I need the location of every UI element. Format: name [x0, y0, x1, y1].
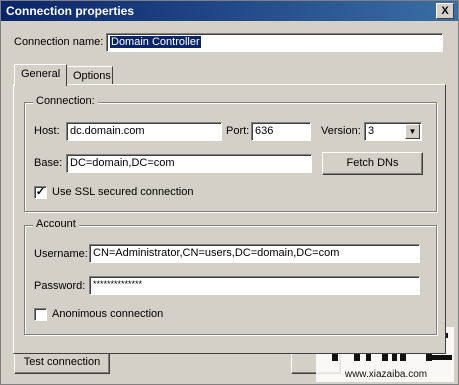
title-bar[interactable]: Connection properties X — [1, 1, 458, 21]
tab-general-label: General — [21, 68, 61, 80]
connection-name-label: Connection name: — [14, 36, 104, 48]
tab-options-label: Options — [73, 70, 111, 82]
close-button[interactable]: X — [436, 3, 454, 19]
connection-name-value: Domain Controller — [110, 36, 201, 48]
account-group-title: Account — [33, 218, 79, 230]
window-title: Connection properties — [6, 4, 135, 18]
fetch-dns-button[interactable]: Fetch DNs — [322, 152, 423, 175]
tab-general[interactable]: General — [14, 64, 67, 86]
chevron-down-icon[interactable]: ▼ — [405, 124, 420, 139]
password-input[interactable]: ************** — [89, 276, 420, 295]
watermark-site: www.xiazaiba.com — [344, 369, 427, 380]
connection-properties-dialog: Connection properties X Connection name:… — [0, 0, 459, 385]
username-input[interactable]: CN=Administrator,CN=users,DC=domain,DC=c… — [89, 244, 420, 263]
password-label: Password: — [34, 280, 86, 292]
port-label: Port: — [226, 125, 250, 137]
version-label: Version: — [321, 125, 361, 137]
base-label: Base: — [34, 157, 63, 169]
tab-options[interactable]: Options — [66, 66, 113, 86]
host-input[interactable]: dc.domain.com — [66, 122, 222, 141]
ssl-checkbox[interactable]: ✓ — [34, 186, 47, 199]
username-label: Username: — [34, 248, 88, 260]
general-tab-panel: Connection: Host: dc.domain.com Port: 63… — [13, 84, 446, 354]
connection-group-title: Connection: — [33, 95, 98, 107]
version-value: 3 — [368, 125, 375, 137]
check-icon: ✓ — [35, 186, 46, 198]
ssl-label: Use SSL secured connection — [52, 186, 194, 198]
base-input[interactable]: DC=domain,DC=com — [66, 154, 312, 173]
connection-name-input[interactable]: Domain Controller — [106, 33, 443, 52]
anonymous-checkbox[interactable] — [34, 308, 47, 321]
version-select[interactable]: 3 ▼ — [364, 122, 422, 141]
port-input[interactable]: 636 — [251, 122, 311, 141]
anonymous-label: Anonimous connection — [52, 308, 164, 320]
host-label: Host: — [34, 125, 60, 137]
